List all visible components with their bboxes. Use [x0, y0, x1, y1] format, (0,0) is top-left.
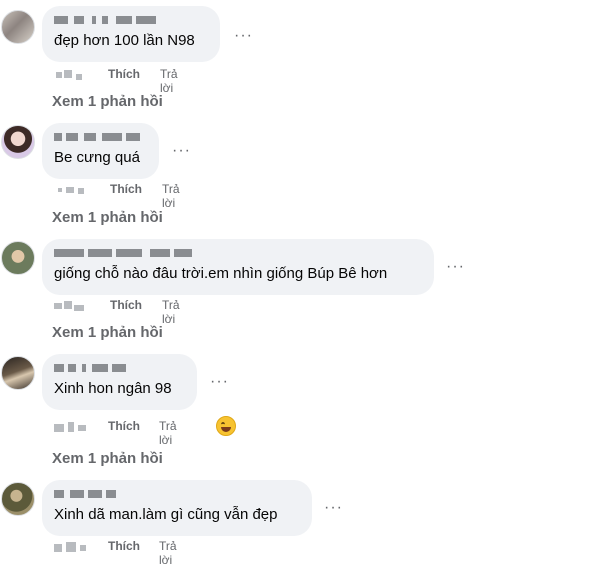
- author-name-obscured[interactable]: [54, 247, 422, 261]
- avatar[interactable]: [1, 10, 35, 44]
- like-button[interactable]: Thích: [110, 182, 142, 196]
- like-button[interactable]: Thích: [108, 67, 140, 81]
- comment-bubble: Be cưng quá: [42, 123, 159, 179]
- timestamp-obscured[interactable]: [52, 422, 88, 432]
- author-name-obscured[interactable]: [54, 488, 300, 502]
- author-name-obscured[interactable]: [54, 131, 147, 145]
- more-options-icon[interactable]: ···: [172, 143, 191, 159]
- comment-text: giống chỗ nào đâu trời.em nhìn giống Búp…: [54, 265, 388, 282]
- view-replies-link[interactable]: Xem 1 phản hồi: [52, 450, 163, 467]
- haha-emoji-icon[interactable]: [216, 416, 236, 436]
- view-replies-link[interactable]: Xem 1 phản hồi: [52, 324, 163, 341]
- avatar[interactable]: [1, 241, 35, 275]
- comment-bubble: giống chỗ nào đâu trời.em nhìn giống Búp…: [42, 239, 434, 295]
- comment-text: Xinh hon ngân 98: [54, 380, 172, 397]
- timestamp-obscured[interactable]: [52, 185, 88, 195]
- view-replies-link[interactable]: Xem 1 phản hồi: [52, 209, 163, 226]
- comment-text: Xinh dã man.làm gì cũng vẫn đẹp: [54, 506, 278, 523]
- more-options-icon[interactable]: ···: [234, 28, 253, 44]
- reply-button[interactable]: Trả lời: [159, 419, 177, 447]
- avatar[interactable]: [1, 125, 35, 159]
- comment-text: đẹp hơn 100 lần N98: [54, 32, 195, 49]
- avatar[interactable]: [1, 482, 35, 516]
- view-replies-link[interactable]: Xem 1 phản hồi: [52, 93, 163, 110]
- timestamp-obscured[interactable]: [52, 542, 88, 552]
- reply-button[interactable]: Trả lời: [160, 67, 178, 95]
- comment-bubble: đẹp hơn 100 lần N98: [42, 6, 220, 62]
- more-options-icon[interactable]: ···: [446, 259, 465, 275]
- like-button[interactable]: Thích: [108, 539, 140, 553]
- comment-text: Be cưng quá: [54, 149, 140, 166]
- reply-button[interactable]: Trả lời: [162, 298, 180, 326]
- more-options-icon[interactable]: ···: [210, 374, 229, 390]
- reply-button[interactable]: Trả lời: [162, 182, 180, 210]
- avatar[interactable]: [1, 356, 35, 390]
- author-name-obscured[interactable]: [54, 14, 208, 28]
- reply-button[interactable]: Trả lời: [159, 539, 177, 567]
- like-button[interactable]: Thích: [110, 298, 142, 312]
- author-name-obscured[interactable]: [54, 362, 185, 376]
- timestamp-obscured[interactable]: [52, 301, 88, 311]
- like-button[interactable]: Thích: [108, 419, 140, 433]
- more-options-icon[interactable]: ···: [324, 500, 343, 516]
- timestamp-obscured[interactable]: [52, 70, 88, 80]
- comment-bubble: Xinh hon ngân 98: [42, 354, 197, 410]
- comment-bubble: Xinh dã man.làm gì cũng vẫn đẹp: [42, 480, 312, 536]
